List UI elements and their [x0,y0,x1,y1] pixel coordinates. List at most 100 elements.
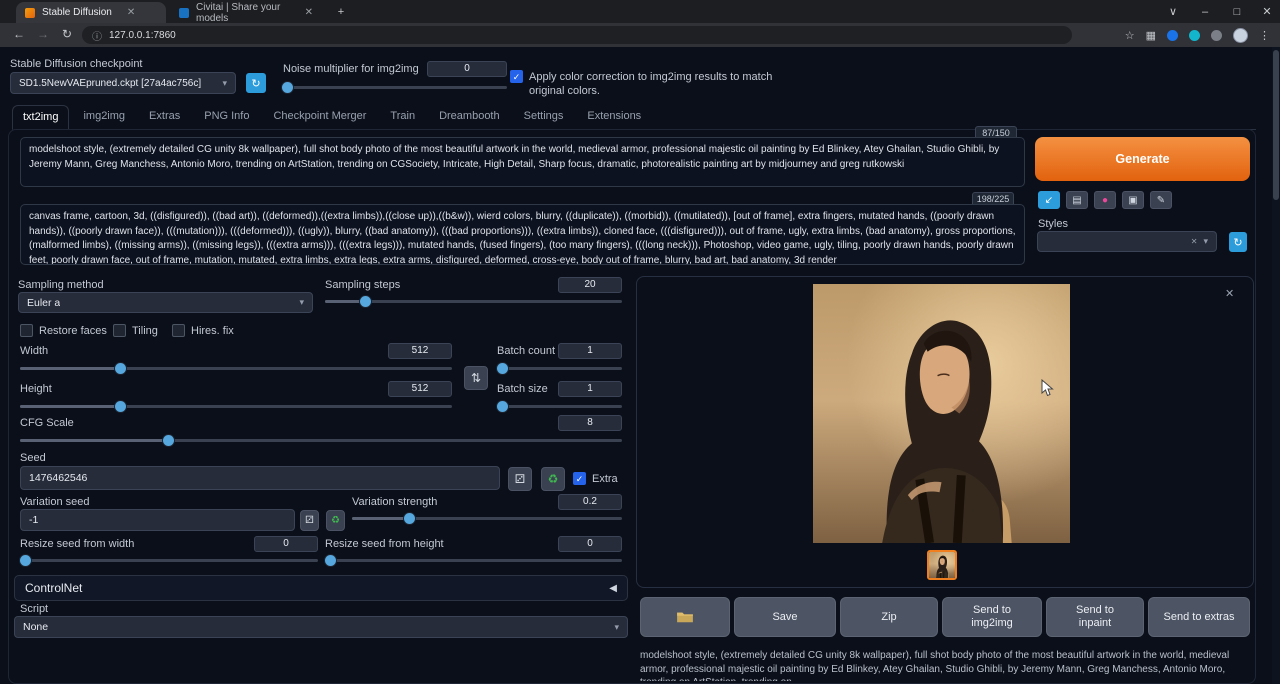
color-correction-checkbox[interactable]: ✓ Apply color correction to img2img resu… [510,70,797,98]
tab-close-icon[interactable]: ✕ [305,7,313,18]
sampling-method-dropdown[interactable]: Euler a ▾ [18,292,313,313]
variation-strength-slider[interactable] [352,512,622,524]
browser-tab-stable-diffusion[interactable]: Stable Diffusion ✕ [16,2,166,23]
styles-dropdown[interactable]: ✕ ▾ [1037,231,1217,252]
zip-button[interactable]: Zip [840,597,938,637]
reuse-seed-button[interactable]: ♻ [541,467,565,491]
close-image-button[interactable]: ✕ [1225,287,1234,300]
sampling-steps-value[interactable]: 20 [558,277,622,293]
send-to-img2img-button[interactable]: Send to img2img [942,597,1042,637]
refresh-icon: ↻ [251,77,260,90]
forward-button[interactable]: → [34,27,52,41]
cfg-scale-slider[interactable] [20,434,622,446]
prompt-input[interactable]: modelshoot style, (extremely detailed CG… [20,137,1025,187]
tiling-checkbox[interactable]: Tiling [113,324,158,337]
extra-seed-checkbox[interactable]: ✓ Extra [573,472,618,485]
paste-icon: ↙ [1045,195,1053,206]
reload-button[interactable]: ↻ [58,27,76,41]
tab-img2img[interactable]: img2img [73,105,135,129]
height-slider[interactable] [20,400,452,412]
noise-multiplier-slider[interactable] [282,81,507,93]
hires-fix-checkbox[interactable]: Hires. fix [172,324,234,337]
generated-image[interactable] [813,284,1070,543]
browser-tab-civitai[interactable]: Civitai | Share your models ✕ [170,2,322,23]
resize-seed-width-value[interactable]: 0 [254,536,318,552]
variation-strength-label: Variation strength [352,496,437,508]
seed-input[interactable]: 1476462546 [20,466,500,490]
tab-dreambooth[interactable]: Dreambooth [429,105,510,129]
batch-size-slider[interactable] [497,400,622,412]
extra-networks-button[interactable]: ● [1094,191,1116,209]
checkpoint-dropdown[interactable]: SD1.5NewVAEpruned.ckpt [27a4ac756c] ▾ [10,72,236,94]
noise-multiplier-value[interactable]: 0 [427,61,507,77]
reuse-variation-seed-button[interactable]: ♻ [326,510,345,531]
restore-faces-checkbox[interactable]: Restore faces [20,324,107,337]
open-folder-button[interactable] [640,597,730,637]
browser-menu-icon[interactable]: ⋮ [1259,29,1270,42]
random-seed-button[interactable]: ⚂ [508,467,532,491]
tab-extensions[interactable]: Extensions [577,105,651,129]
variation-strength-value[interactable]: 0.2 [558,494,622,510]
apply-style-button[interactable]: ▣ [1122,191,1144,209]
swap-width-height-button[interactable]: ⇅ [464,366,488,390]
tab-train[interactable]: Train [380,105,425,129]
tab-txt2img[interactable]: txt2img [12,105,69,130]
random-variation-seed-button[interactable]: ⚂ [300,510,319,531]
tab-png-info[interactable]: PNG Info [194,105,259,129]
extensions-icon[interactable]: ▦ [1146,29,1156,42]
tab-checkpoint-merger[interactable]: Checkpoint Merger [263,105,376,129]
save-button[interactable]: Save [734,597,836,637]
accordion-collapsed-icon: ◀ [609,583,617,594]
variation-seed-input[interactable]: -1 [20,509,295,531]
resize-seed-height-slider[interactable] [325,554,622,566]
generation-info-text: modelshoot style, (extremely detailed CG… [640,649,1248,681]
tab-close-icon[interactable]: ✕ [127,7,135,18]
sampling-steps-slider[interactable] [325,295,622,307]
batch-count-slider[interactable] [497,362,622,374]
tiling-label: Tiling [132,325,158,337]
send-to-inpaint-label: Send to inpaint [1068,604,1123,630]
tab-settings[interactable]: Settings [514,105,574,129]
refresh-checkpoint-button[interactable]: ↻ [246,73,266,93]
script-dropdown[interactable]: None ▾ [14,616,628,638]
new-tab-button[interactable]: + [330,0,352,23]
profile-avatar[interactable] [1233,28,1248,43]
bookmark-star-icon[interactable]: ☆ [1125,29,1135,42]
batch-size-value[interactable]: 1 [558,381,622,397]
send-to-extras-button[interactable]: Send to extras [1148,597,1250,637]
cfg-scale-value[interactable]: 8 [558,415,622,431]
back-button[interactable]: ← [10,27,28,41]
refresh-styles-button[interactable]: ↻ [1229,232,1247,252]
page-scrollbar-thumb[interactable] [1273,50,1279,200]
generate-button[interactable]: Generate [1035,137,1250,181]
tab-search-button[interactable]: ∨ [1158,0,1188,23]
window-minimize-button[interactable]: – [1190,0,1220,23]
extension-gray-icon[interactable] [1211,30,1222,41]
batch-count-value[interactable]: 1 [558,343,622,359]
height-label: Height [20,383,52,395]
controlnet-accordion[interactable]: ControlNet ◀ [14,575,628,601]
width-slider[interactable] [20,362,452,374]
window-maximize-button[interactable]: □ [1222,0,1252,23]
site-info-icon[interactable]: ⓘ [92,28,102,43]
window-close-button[interactable]: ✕ [1252,0,1280,23]
mouse-cursor [1040,379,1054,397]
checkbox-checked-icon: ✓ [510,70,523,83]
save-style-button[interactable]: ✎ [1150,191,1172,209]
width-value[interactable]: 512 [388,343,452,359]
address-bar[interactable]: ⓘ 127.0.0.1:7860 [82,26,1072,44]
checkbox-icon [172,324,185,337]
save-label: Save [772,611,797,624]
height-value[interactable]: 512 [388,381,452,397]
resize-seed-width-slider[interactable] [20,554,318,566]
gallery-thumbnail[interactable] [927,550,957,580]
resize-seed-height-value[interactable]: 0 [558,536,622,552]
clear-styles-icon[interactable]: ✕ [1191,237,1198,246]
paste-params-button[interactable]: ↙ [1038,191,1060,209]
tab-extras[interactable]: Extras [139,105,190,129]
extension-teal-icon[interactable] [1189,30,1200,41]
send-to-inpaint-button[interactable]: Send to inpaint [1046,597,1144,637]
clear-prompt-button[interactable]: ▤ [1066,191,1088,209]
negative-prompt-input[interactable]: canvas frame, cartoon, 3d, ((disfigured)… [20,204,1025,265]
extension-blue-icon[interactable] [1167,30,1178,41]
